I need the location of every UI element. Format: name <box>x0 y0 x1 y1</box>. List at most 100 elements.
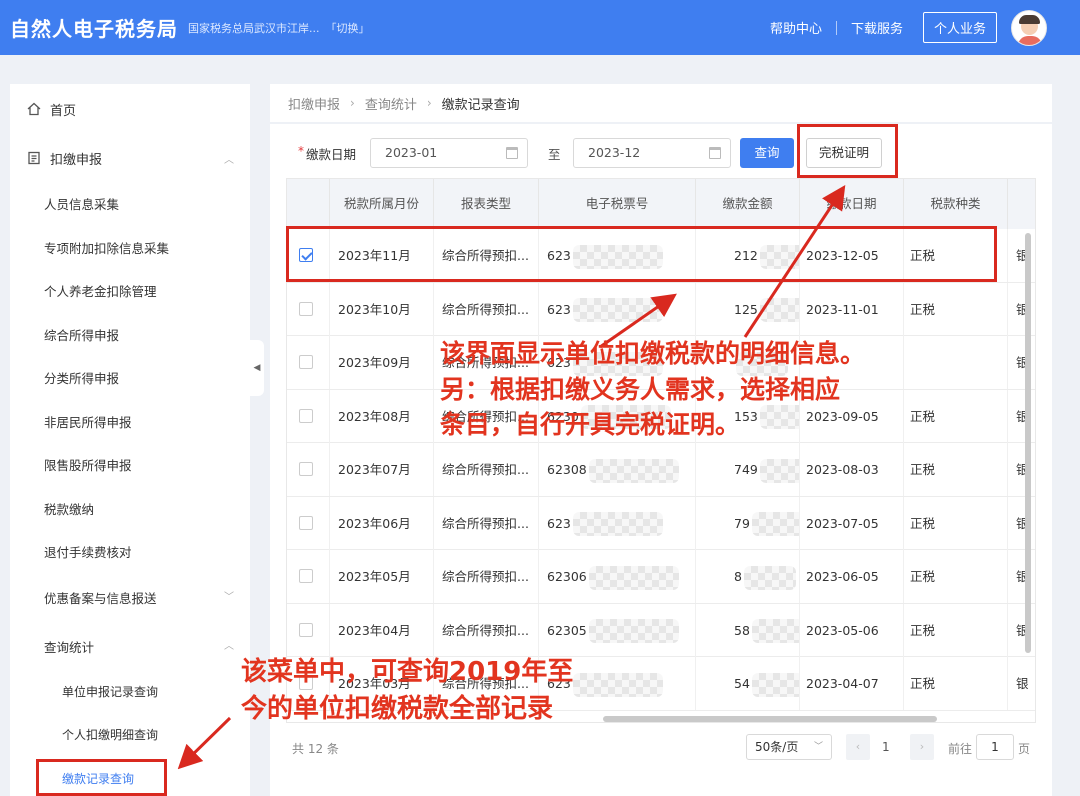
home-icon <box>26 101 42 117</box>
row-checkbox[interactable] <box>299 301 313 316</box>
vertical-scrollbar[interactable] <box>1025 233 1031 653</box>
select-cell <box>287 550 330 603</box>
row-checkbox[interactable] <box>299 355 313 369</box>
table-row[interactable]: 2023年05月 综合所得预扣... 62306 8 2023-06-05 正税 银 <box>287 550 1035 604</box>
switch-org-link[interactable]: 「切换」 <box>326 20 370 36</box>
table-cell-kind: 正税 <box>904 282 1008 336</box>
download-service-link[interactable]: 下载服务 <box>837 18 917 37</box>
sidebar-item-query-stats[interactable]: 查询统计 ︿ <box>10 637 250 656</box>
table-row[interactable]: 2023年06月 综合所得预扣... 623 79 2023-07-05 正税 银 <box>287 496 1035 550</box>
required-mark: * <box>298 144 304 158</box>
sidebar-item-tax-payment[interactable]: 税款缴纳 <box>10 499 250 518</box>
sidebar-item-personnel-info[interactable]: 人员信息采集 <box>10 194 250 213</box>
annotation-line: 今的单位扣缴税款全部记录 <box>241 693 554 724</box>
table-cell-extra: 银 <box>1008 443 1035 496</box>
annotation-right: 该界面显示单位扣缴税款的明细信息。 另：根据扣缴义务人需求，选择相应 条目，自行… <box>440 336 865 443</box>
sidebar-item-home[interactable]: 首页 <box>10 98 250 120</box>
table-row[interactable]: 2023年10月 综合所得预扣... 623 125 2023-11-01 正税 银 <box>287 282 1035 336</box>
sidebar-item-personal-detail-query[interactable]: 个人扣缴明细查询 <box>10 726 250 743</box>
table-cell-kind: 正税 <box>904 657 1008 710</box>
cell-text: 62308 <box>547 462 587 477</box>
sidebar-item-special-deduction[interactable]: 专项附加扣除信息采集 <box>10 238 250 257</box>
column-header: 电子税票号 <box>539 179 696 229</box>
redaction-mosaic <box>759 298 799 322</box>
redaction-mosaic <box>743 565 796 590</box>
sidebar-item-nonresident-income[interactable]: 非居民所得申报 <box>10 412 250 431</box>
table-cell-ticket: 623 <box>539 282 696 336</box>
table-row[interactable]: 2023年07月 综合所得预扣... 62308 749 2023-08-03 正税 银 <box>287 443 1035 497</box>
sidebar-item-comprehensive-income[interactable]: 综合所得申报 <box>10 325 250 344</box>
cell-text: 正税 <box>910 301 936 317</box>
prev-page-button[interactable]: ‹ <box>846 734 870 760</box>
sidebar-collapse-handle[interactable]: ◀ <box>250 340 264 396</box>
cell-text: 正税 <box>910 408 936 424</box>
cell-text: 正税 <box>910 569 936 584</box>
page-size-value: 50条/页 <box>755 740 799 754</box>
chevron-up-icon: ︿ <box>224 154 234 166</box>
next-page-button[interactable]: › <box>910 734 934 760</box>
cell-text: 2023年10月 <box>338 301 411 317</box>
redaction-mosaic <box>572 298 663 322</box>
horizontal-scrollbar[interactable] <box>603 716 937 722</box>
table-cell-extra: 银 <box>1008 229 1035 282</box>
help-center-link[interactable]: 帮助中心 <box>756 18 836 37</box>
date-from-input[interactable]: 2023-01 <box>370 138 528 168</box>
table-cell-date: 2023-04-07 <box>800 657 904 710</box>
table-cell-extra: 银 <box>1008 550 1035 603</box>
sidebar-item-pension[interactable]: 个人养老金扣除管理 <box>10 281 250 300</box>
table-cell-kind <box>904 336 1008 389</box>
table-cell-kind: 正税 <box>904 496 1008 550</box>
table-cell-ticket: 62306 <box>539 550 696 603</box>
redaction-mosaic <box>588 619 679 643</box>
sidebar-item-withholding[interactable]: 扣缴申报 ︿ <box>10 147 250 169</box>
cell-text: 2023年06月 <box>338 515 411 531</box>
sidebar-item-fee-check[interactable]: 退付手续费核对 <box>10 542 250 561</box>
chevron-down-icon: ﹀ <box>224 592 234 603</box>
org-name: 国家税务总局武汉市江岸... <box>188 21 320 35</box>
sidebar-item-restricted-stock[interactable]: 限售股所得申报 <box>10 455 250 474</box>
page-number[interactable]: 1 <box>882 740 890 754</box>
cell-text: 749 <box>734 462 758 477</box>
table-cell-kind: 正税 <box>904 603 1008 657</box>
redaction-mosaic <box>572 672 663 697</box>
table-cell-amount: 749 <box>696 443 800 496</box>
sidebar-item-unit-declaration-query[interactable]: 单位申报记录查询 <box>10 683 250 700</box>
chevron-up-icon: ︿ <box>224 641 234 652</box>
avatar-hair <box>1019 14 1040 24</box>
cell-text: 正税 <box>910 462 936 477</box>
table-row[interactable]: 2023年04月 综合所得预扣... 62305 58 2023-05-06 正税 银 <box>287 603 1035 657</box>
table-cell-kind: 正税 <box>904 550 1008 603</box>
table-header: 税款所属月份 报表类型 电子税票号 缴款金额 缴款日期 税款种类 <box>287 179 1035 229</box>
cell-text: 综合所得预扣... <box>442 301 529 317</box>
personal-business-button[interactable]: 个人业务 <box>922 12 997 43</box>
table-cell-month: 2023年08月 <box>330 389 434 443</box>
query-button[interactable]: 查询 <box>740 138 794 168</box>
date-to-input[interactable]: 2023-12 <box>573 138 731 168</box>
avatar[interactable] <box>1011 9 1047 46</box>
row-checkbox[interactable] <box>299 569 313 583</box>
redaction-mosaic <box>751 619 799 643</box>
redaction-mosaic <box>751 672 799 697</box>
cell-text: 623 <box>547 515 571 531</box>
table-cell-kind: 正税 <box>904 443 1008 496</box>
row-checkbox[interactable] <box>299 462 313 476</box>
row-checkbox[interactable] <box>299 622 313 637</box>
pagination: 共 12 条 50条/页 ﹀ ‹ 1 › 前往 1 页 <box>270 730 1052 764</box>
sidebar-item-classified-income[interactable]: 分类所得申报 <box>10 368 250 387</box>
table-cell-type: 综合所得预扣... <box>434 603 539 657</box>
table-cell-date: 2023-08-03 <box>800 443 904 496</box>
table-cell-amount: 54 <box>696 657 800 710</box>
row-checkbox[interactable] <box>299 408 313 423</box>
top-actions: 帮助中心 下载服务 个人业务 <box>756 0 1080 55</box>
sidebar-item-preferential[interactable]: 优惠备案与信息报送 ﹀ <box>10 588 250 607</box>
highlight-box-cert-button <box>797 124 898 178</box>
goto-page-input[interactable]: 1 <box>976 734 1014 760</box>
redaction-mosaic <box>751 512 799 536</box>
row-checkbox[interactable] <box>299 515 313 530</box>
select-column-header <box>287 179 330 229</box>
breadcrumb-query-stats[interactable]: 查询统计 <box>365 94 417 113</box>
table-cell-ticket: 62305 <box>539 603 696 657</box>
to-label: 至 <box>548 147 561 162</box>
breadcrumb-withholding[interactable]: 扣缴申报 <box>288 94 340 113</box>
page-size-select[interactable]: 50条/页 ﹀ <box>746 734 832 760</box>
